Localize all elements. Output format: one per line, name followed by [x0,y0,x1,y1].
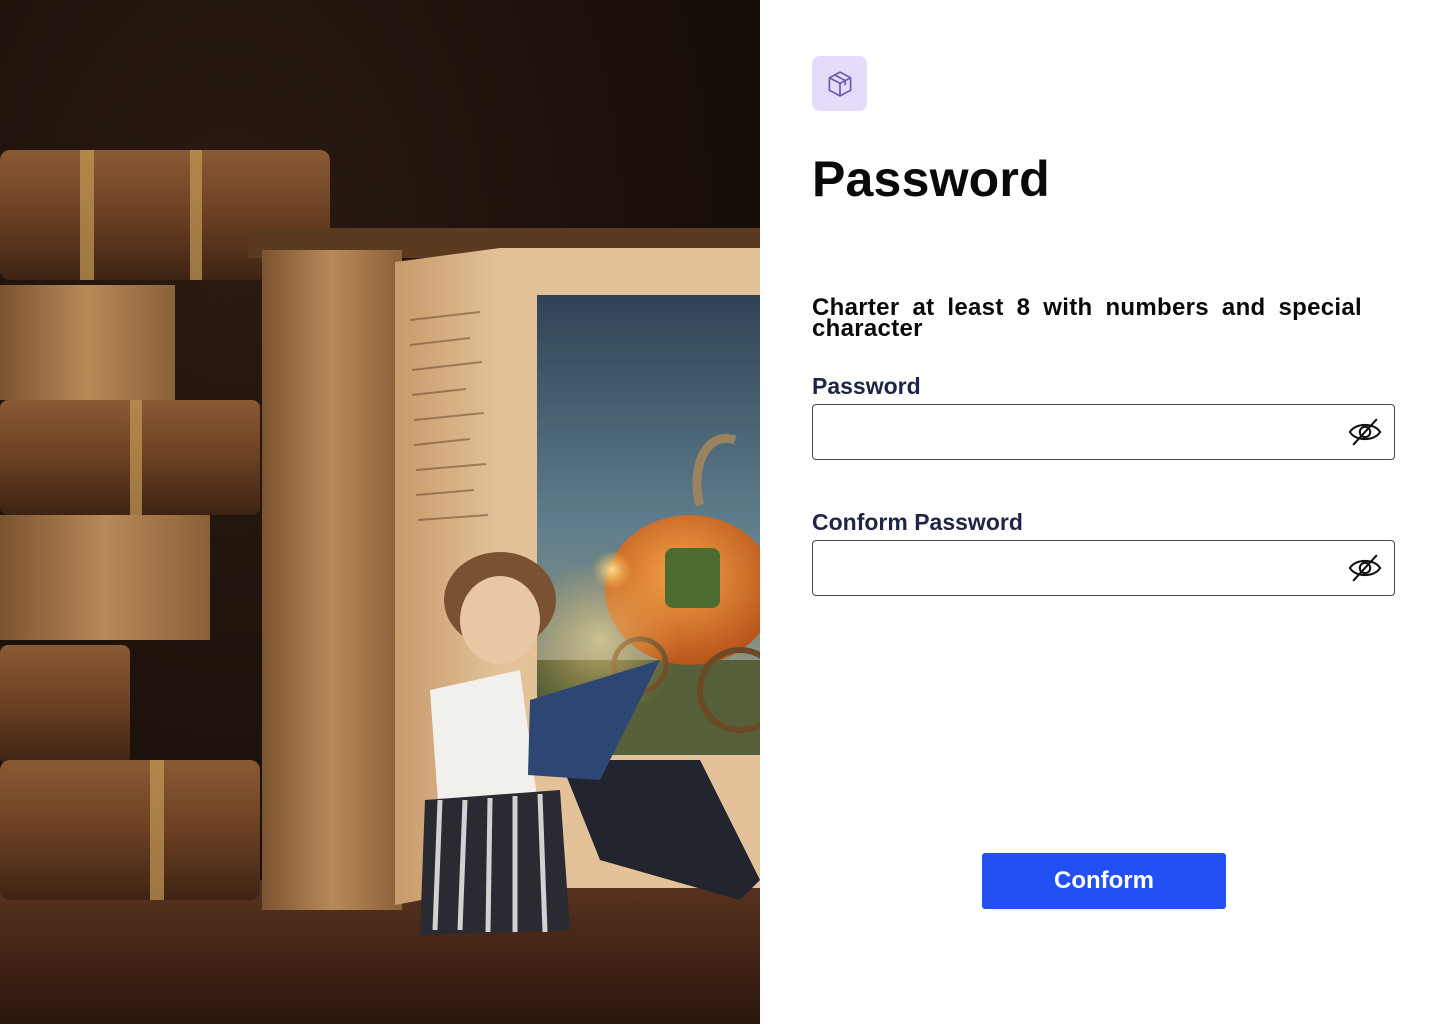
cube-icon [828,70,851,97]
hero-illustration [0,0,760,1024]
eye-off-icon[interactable] [1348,417,1382,447]
password-label: Password [812,373,921,399]
password-field[interactable] [812,404,1395,460]
confirm-password-label: Conform Password [812,509,1023,535]
eye-off-icon[interactable] [1348,553,1382,583]
conform-button[interactable]: Conform [982,853,1226,909]
book-scene-illustration [0,150,760,1024]
password-input[interactable] [827,405,1347,459]
confirm-password-input[interactable] [827,541,1347,595]
password-page: Password Charter at least 8 with numbers… [0,0,1440,1024]
confirm-password-field[interactable] [812,540,1395,596]
page-title: Password [812,151,1050,207]
password-requirements-hint: Charter at least 8 with numbers and spec… [812,294,1362,342]
app-logo [812,56,867,111]
